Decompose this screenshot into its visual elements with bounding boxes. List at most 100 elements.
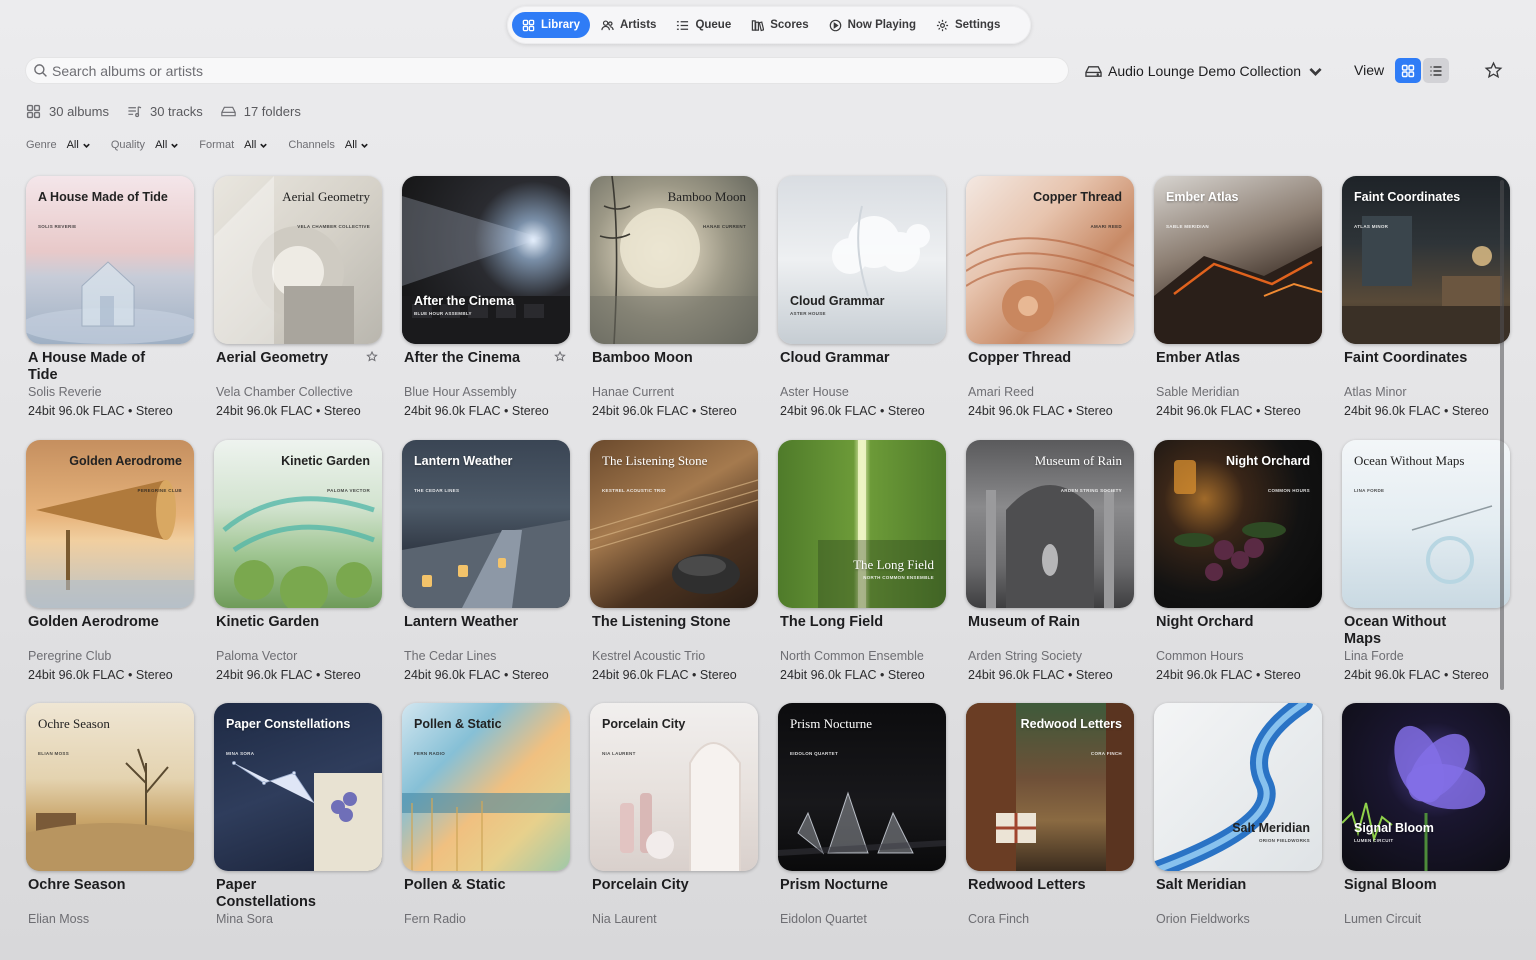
album-artist[interactable]: Amari Reed	[966, 384, 1136, 403]
tab-settings[interactable]: Settings	[927, 12, 1009, 38]
album-card[interactable]: Bamboo Moon HANAE CURRENT Bamboo Moon Hanae…	[590, 176, 760, 420]
album-card[interactable]: Ochre Season ELIAN MOSS Ochre Season Elian …	[26, 703, 196, 930]
album-card[interactable]: Porcelain City NIA LAURENT Porcelain City N…	[590, 703, 760, 930]
album-card[interactable]: Redwood Letters CORA FINCH Redwood Letters…	[966, 703, 1136, 930]
album-artist[interactable]: Aster House	[778, 384, 948, 403]
album-cover[interactable]: Aerial Geometry VELA CHAMBER COLLECTIVE	[214, 176, 382, 344]
album-cover[interactable]: Bamboo Moon HANAE CURRENT	[590, 176, 758, 344]
album-title[interactable]: Museum of Rain	[966, 614, 1134, 648]
album-cover[interactable]: Pollen & Static FERN RADIO	[402, 703, 570, 871]
album-artist[interactable]: Elian Moss	[26, 911, 196, 930]
album-title[interactable]: The Listening Stone	[590, 614, 758, 648]
album-artist[interactable]: Solis Reverie	[26, 384, 196, 403]
album-cover[interactable]: Ochre Season ELIAN MOSS	[26, 703, 194, 871]
album-title[interactable]: Kinetic Garden	[214, 614, 382, 648]
grid-scrollbar[interactable]	[1500, 180, 1504, 690]
album-artist[interactable]: Arden String Society	[966, 648, 1136, 667]
album-title[interactable]: Pollen & Static	[402, 877, 570, 911]
grid-view-button[interactable]	[1395, 58, 1421, 83]
album-title[interactable]: Porcelain City	[590, 877, 758, 911]
album-title[interactable]: Faint Coordinates	[1342, 350, 1510, 384]
album-card[interactable]: Paper Constellations MINA SORA Paper Const…	[214, 703, 384, 930]
album-title[interactable]: Salt Meridian	[1154, 877, 1322, 911]
album-artist[interactable]: Paloma Vector	[214, 648, 384, 667]
album-artist[interactable]: Fern Radio	[402, 911, 572, 930]
album-artist[interactable]: Nia Laurent	[590, 911, 760, 930]
album-card[interactable]: The Long Field NORTH COMMON ENSEMBLE The L…	[778, 439, 948, 684]
channels-filter[interactable]: Channels All	[288, 139, 369, 151]
album-title[interactable]: Paper Constellations	[214, 877, 382, 911]
album-title[interactable]: After the Cinema	[402, 350, 570, 384]
album-title[interactable]: Aerial Geometry	[214, 350, 382, 384]
album-title[interactable]: Night Orchard	[1154, 614, 1322, 648]
album-title[interactable]: Signal Bloom	[1342, 877, 1510, 911]
album-artist[interactable]: Lumen Circuit	[1342, 911, 1512, 930]
album-artist[interactable]: The Cedar Lines	[402, 648, 572, 667]
tab-queue[interactable]: Queue	[667, 12, 740, 38]
favorites-star-icon[interactable]	[1484, 61, 1503, 80]
album-cover[interactable]: Ember Atlas SABLE MERIDIAN	[1154, 176, 1322, 344]
album-artist[interactable]: Orion Fieldworks	[1154, 911, 1324, 930]
list-view-button[interactable]	[1423, 58, 1449, 83]
album-title[interactable]: Prism Nocturne	[778, 877, 946, 911]
album-artist[interactable]: Kestrel Acoustic Trio	[590, 648, 760, 667]
tab-artists[interactable]: Artists	[592, 12, 665, 38]
album-cover[interactable]: Prism Nocturne EIDOLON QUARTET	[778, 703, 946, 871]
format-filter[interactable]: Format All	[199, 139, 268, 151]
album-cover[interactable]: The Long Field NORTH COMMON ENSEMBLE	[778, 439, 946, 608]
album-cover[interactable]: Night Orchard COMMON HOURS	[1154, 439, 1322, 608]
album-artist[interactable]: Lina Forde	[1342, 648, 1512, 667]
tab-now-playing[interactable]: Now Playing	[820, 12, 925, 38]
album-cover[interactable]: Cloud Grammar ASTER HOUSE	[778, 176, 946, 344]
album-cover[interactable]: Kinetic Garden PALOMA VECTOR	[214, 439, 382, 608]
album-artist[interactable]: Hanae Current	[590, 384, 760, 403]
album-title[interactable]: Bamboo Moon	[590, 350, 758, 384]
album-cover[interactable]: The Listening Stone KESTREL ACOUSTIC TRIO	[590, 439, 758, 608]
album-card[interactable]: Ocean Without Maps LINA FORDE Ocean Withou…	[1342, 439, 1512, 684]
album-card[interactable]: Salt Meridian ORION FIELDWORKS Salt Meridi…	[1154, 703, 1324, 930]
album-title[interactable]: Ochre Season	[26, 877, 194, 911]
album-cover[interactable]: Porcelain City NIA LAURENT	[590, 703, 758, 871]
album-cover[interactable]: A House Made of Tide SOLIS REVERIE	[26, 176, 194, 344]
album-title[interactable]: Ember Atlas	[1154, 350, 1322, 384]
genre-filter[interactable]: Genre All	[26, 139, 91, 151]
album-card[interactable]: Lantern Weather THE CEDAR LINES Lantern We…	[402, 439, 572, 684]
album-cover[interactable]: Golden Aerodrome PEREGRINE CLUB	[26, 439, 194, 608]
album-cover[interactable]: Copper Thread AMARI REED	[966, 176, 1134, 344]
album-card[interactable]: Golden Aerodrome PEREGRINE CLUB Golden Aer…	[26, 439, 196, 684]
album-cover[interactable]: Salt Meridian ORION FIELDWORKS	[1154, 703, 1322, 871]
album-artist[interactable]: Eidolon Quartet	[778, 911, 948, 930]
album-artist[interactable]: North Common Ensemble	[778, 648, 948, 667]
album-card[interactable]: Aerial Geometry VELA CHAMBER COLLECTIVE Ae…	[214, 176, 384, 420]
album-card[interactable]: A House Made of Tide SOLIS REVERIE A House…	[26, 176, 196, 420]
album-card[interactable]: Pollen & Static FERN RADIO Pollen & Static…	[402, 703, 572, 930]
album-cover[interactable]: Ocean Without Maps LINA FORDE	[1342, 439, 1510, 608]
album-title[interactable]: Cloud Grammar	[778, 350, 946, 384]
album-card[interactable]: Prism Nocturne EIDOLON QUARTET Prism Noctu…	[778, 703, 948, 930]
album-title[interactable]: Copper Thread	[966, 350, 1134, 384]
album-card[interactable]: Night Orchard COMMON HOURS Night Orchard Co…	[1154, 439, 1324, 684]
album-card[interactable]: Museum of Rain ARDEN STRING SOCIETY Museum…	[966, 439, 1136, 684]
album-card[interactable]: Faint Coordinates ATLAS MINOR Faint Coordi…	[1342, 176, 1512, 420]
album-card[interactable]: Copper Thread AMARI REED Copper Thread Amar…	[966, 176, 1136, 420]
album-title[interactable]: The Long Field	[778, 614, 946, 648]
album-cover[interactable]: After the Cinema BLUE HOUR ASSEMBLY	[402, 176, 570, 344]
album-cover[interactable]: Museum of Rain ARDEN STRING SOCIETY	[966, 439, 1134, 608]
album-artist[interactable]: Atlas Minor	[1342, 384, 1512, 403]
album-cover[interactable]: Paper Constellations MINA SORA	[214, 703, 382, 871]
album-artist[interactable]: Vela Chamber Collective	[214, 384, 384, 403]
favorite-star-icon[interactable]	[366, 351, 378, 363]
album-cover[interactable]: Redwood Letters CORA FINCH	[966, 703, 1134, 871]
tab-scores[interactable]: Scores	[742, 12, 817, 38]
album-artist[interactable]: Blue Hour Assembly	[402, 384, 572, 403]
album-card[interactable]: The Listening Stone KESTREL ACOUSTIC TRIO…	[590, 439, 760, 684]
album-artist[interactable]: Common Hours	[1154, 648, 1324, 667]
album-title[interactable]: A House Made of Tide	[26, 350, 194, 384]
album-cover[interactable]: Lantern Weather THE CEDAR LINES	[402, 439, 570, 608]
tab-library[interactable]: Library	[512, 12, 590, 38]
favorite-star-icon[interactable]	[554, 351, 566, 363]
collection-selector[interactable]: Audio Lounge Demo Collection	[1085, 60, 1324, 82]
quality-filter[interactable]: Quality All	[111, 139, 179, 151]
album-card[interactable]: Ember Atlas SABLE MERIDIAN Ember Atlas Sabl…	[1154, 176, 1324, 420]
album-title[interactable]: Ocean Without Maps	[1342, 614, 1510, 648]
